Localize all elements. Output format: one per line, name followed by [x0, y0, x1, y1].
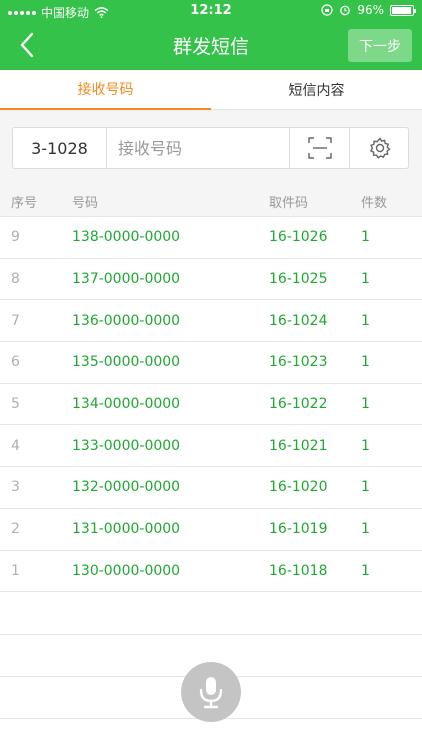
row-pickup-code: 16-1025 [269, 271, 328, 288]
row-count: 1 [361, 271, 370, 288]
table-row[interactable]: 8 137-0000-0000 16-1025 1 [0, 259, 422, 301]
tab-message-content[interactable]: 短信内容 [211, 70, 422, 110]
row-seq: 2 [11, 521, 20, 538]
table-row[interactable]: 1 130-0000-0000 16-1018 1 [0, 551, 422, 593]
nav-bar: 群发短信 下一步 [0, 22, 422, 70]
table-header: 序号 号码 取件码 件数 [0, 187, 422, 217]
row-phone: 131-0000-0000 [72, 521, 181, 538]
header-count: 件数 [361, 196, 388, 211]
row-seq: 9 [11, 229, 20, 246]
row-phone: 132-0000-0000 [72, 479, 181, 496]
row-pickup-code: 16-1020 [269, 479, 328, 496]
tab-bar: 接收号码 短信内容 [0, 70, 422, 110]
status-bar: 中国移动 12:12 96% [0, 0, 422, 22]
code-prefix[interactable]: 3-1028 [13, 128, 107, 168]
row-phone: 137-0000-0000 [72, 271, 181, 288]
row-phone: 135-0000-0000 [72, 354, 181, 371]
phone-number-input[interactable] [108, 128, 288, 168]
row-count: 1 [361, 479, 370, 496]
rotation-lock-icon [321, 4, 333, 16]
battery-fill [392, 6, 412, 14]
row-count: 1 [361, 521, 370, 538]
battery-percent: 96% [357, 3, 384, 17]
table-row[interactable]: 2 131-0000-0000 16-1019 1 [0, 509, 422, 551]
header: 中国移动 12:12 96% 群发短信 下一步 [0, 0, 422, 70]
row-pickup-code: 16-1023 [269, 354, 328, 371]
row-pickup-code: 16-1022 [269, 396, 328, 413]
row-pickup-code: 16-1019 [269, 521, 328, 538]
row-seq: 3 [11, 479, 20, 496]
gear-icon [369, 137, 391, 159]
table-row[interactable]: 7 136-0000-0000 16-1024 1 [0, 300, 422, 343]
row-count: 1 [361, 312, 370, 329]
row-pickup-code: 16-1021 [269, 437, 328, 454]
row-phone: 130-0000-0000 [72, 562, 181, 579]
recipient-list: 9 138-0000-0000 16-1026 1 8 137-0000-000… [0, 217, 422, 593]
status-right: 96% [321, 3, 416, 17]
phone-input-box: 3-1028 [12, 127, 409, 169]
row-seq: 7 [11, 312, 20, 329]
table-row[interactable]: 6 135-0000-0000 16-1023 1 [0, 342, 422, 384]
table-row[interactable]: 3 132-0000-0000 16-1020 1 [0, 467, 422, 509]
battery-icon [390, 4, 416, 16]
scan-button[interactable] [289, 128, 349, 168]
row-seq: 6 [11, 354, 20, 371]
voice-input-button[interactable] [181, 662, 241, 722]
row-count: 1 [361, 396, 370, 413]
row-pickup-code: 16-1018 [269, 562, 328, 579]
settings-button[interactable] [349, 128, 409, 168]
header-pickup-code: 取件码 [269, 196, 309, 211]
row-pickup-code: 16-1024 [269, 312, 328, 329]
microphone-icon [199, 677, 223, 709]
row-seq: 4 [11, 437, 20, 454]
row-phone: 136-0000-0000 [72, 312, 181, 329]
input-area: 3-1028 [0, 110, 422, 187]
alarm-icon [340, 5, 351, 16]
row-seq: 8 [11, 271, 20, 288]
row-phone: 138-0000-0000 [72, 229, 181, 246]
table-row[interactable]: 9 138-0000-0000 16-1026 1 [0, 217, 422, 259]
empty-row-divider [0, 634, 422, 635]
header-seq: 序号 [11, 196, 38, 211]
row-phone: 134-0000-0000 [72, 396, 181, 413]
row-count: 1 [361, 354, 370, 371]
row-count: 1 [361, 562, 370, 579]
row-seq: 1 [11, 562, 20, 579]
row-count: 1 [361, 229, 370, 246]
header-phone: 号码 [72, 196, 99, 211]
row-pickup-code: 16-1026 [269, 229, 328, 246]
table-row[interactable]: 4 133-0000-0000 16-1021 1 [0, 425, 422, 468]
next-button[interactable]: 下一步 [348, 29, 412, 62]
row-seq: 5 [11, 396, 20, 413]
scan-icon [307, 137, 332, 159]
row-phone: 133-0000-0000 [72, 437, 181, 454]
row-count: 1 [361, 437, 370, 454]
tab-recipients[interactable]: 接收号码 [0, 70, 211, 110]
table-row[interactable]: 5 134-0000-0000 16-1022 1 [0, 384, 422, 426]
